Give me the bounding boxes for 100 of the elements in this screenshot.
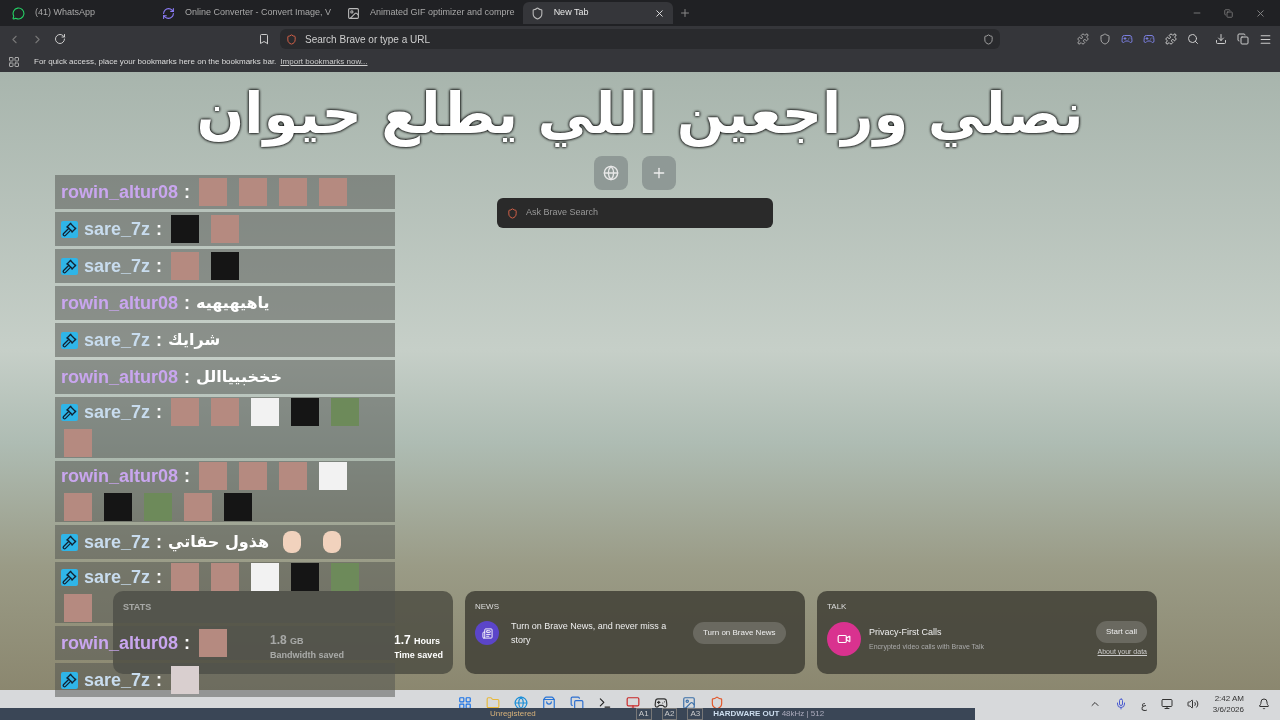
tab-title: (41) WhatsApp [35,6,97,20]
search-icon[interactable] [1187,33,1199,45]
caption-text: نصلي وراجعين اللي يطلع حيوان [195,80,1085,149]
search-box[interactable]: Ask Brave Search [497,198,773,228]
bookmark-icon[interactable] [258,33,270,45]
emote-image [199,462,228,490]
start-call-button[interactable]: Start call [1095,621,1147,643]
browser-tab[interactable]: Animated GIF optimizer and compre [339,2,523,24]
browser-tab[interactable]: Online Converter - Convert Image, V [154,2,340,24]
emote-image [64,429,92,457]
reload-icon[interactable] [54,33,66,45]
browser-tab[interactable]: New Tab [522,2,673,24]
apps-icon[interactable] [8,56,20,68]
emote-image [279,178,308,206]
emote-image [251,563,280,591]
refresh-icon [162,6,175,20]
controller-icon[interactable] [1121,33,1133,45]
emote-image [279,462,308,490]
emote-image [239,462,268,490]
menu-icon[interactable] [1259,32,1272,46]
notification-icon[interactable] [1258,698,1270,710]
volume-icon[interactable] [1186,698,1199,710]
shortcut-tile[interactable] [594,156,628,190]
chat-separator: : [184,632,191,655]
folder-icon[interactable] [486,696,500,710]
chat-username: rowin_altur08 [61,465,179,488]
news-icon [475,621,499,645]
browser-tab[interactable]: (41) WhatsApp [4,2,154,24]
extension-icon[interactable] [1077,33,1089,45]
bus-button[interactable]: A1 [635,708,652,720]
new-tab-icon[interactable] [678,7,691,19]
store-icon[interactable] [542,696,556,710]
emote-image [211,398,240,426]
controller-icon[interactable] [1143,33,1155,45]
emote-image [64,594,92,622]
stat-label: Bandwidth saved [270,648,344,662]
chat-separator: : [156,669,163,692]
chat-separator: : [156,255,163,278]
turn-on-news-button[interactable]: Turn on Brave News [693,622,786,644]
app-icon[interactable] [654,696,668,710]
chat-separator: : [184,366,191,389]
stat-value: 1.8 GB [270,631,305,649]
extensions-icon[interactable] [1165,33,1177,45]
search-placeholder: Ask Brave Search [526,206,599,220]
import-bookmarks-link[interactable]: Import bookmarks now... [280,56,368,68]
add-site-tile[interactable] [642,156,676,190]
talk-heading: Privacy-First Calls [869,625,943,639]
shield-icon [286,33,297,45]
bus-button[interactable]: A3 [687,708,704,720]
shield-icon[interactable] [1099,33,1111,45]
stat-label: Time saved [394,648,443,662]
clock-time[interactable]: 2:42 AM [1214,693,1244,704]
chat-separator: : [184,181,191,204]
address-bar[interactable]: Search Brave or type a URL [280,29,1000,49]
shield-icon [530,6,544,20]
emote-image [199,178,228,206]
address-placeholder: Search Brave or type a URL [305,32,432,47]
app-icon[interactable] [626,696,640,710]
chat-username: rowin_altur08 [61,292,179,315]
chat-username: rowin_altur08 [61,366,179,389]
download-icon[interactable] [1215,33,1227,45]
emote-image [319,462,348,490]
chat-separator: : [156,218,163,241]
chat-text: هذول حقاتي [168,531,270,554]
close-icon[interactable] [653,7,665,19]
chat-username: rowin_altur08 [61,181,179,204]
chat-text: ياهيهيهيه [196,292,270,314]
language-indicator[interactable]: ع [1140,696,1147,712]
emote-image [331,563,360,591]
app-icon[interactable] [570,696,584,710]
terminal-icon[interactable] [598,696,612,710]
emote-image [239,178,268,206]
browser-icon[interactable] [514,696,528,710]
chat-separator: : [156,566,163,589]
emote-image [251,398,280,426]
tab-title: New Tab [553,6,590,20]
tab-title: Online Converter - Convert Image, V [185,6,332,20]
chat-separator: : [156,329,163,352]
close-icon[interactable] [1255,7,1266,19]
video-call-icon [827,622,861,657]
chat-text: خخخبيياالل [196,366,282,388]
microphone-icon[interactable] [1114,698,1127,710]
emote-image [64,493,92,521]
emote-image [104,493,132,521]
clock-date[interactable]: 3/6/2026 [1212,704,1244,715]
emote-image [199,629,228,657]
tab-title: Animated GIF optimizer and compre [370,6,515,20]
bus-button[interactable]: A2 [661,708,678,720]
app-icon[interactable] [682,696,696,710]
emote-image [144,493,172,521]
chat-username: rowin_altur08 [61,632,179,655]
news-description: Turn on Brave News, and never miss a story [511,620,668,647]
chat-text: شرايك [168,329,221,351]
hardware-out-label: HARDWARE OUT 48kHz | 512 [713,709,825,719]
emote-image [319,178,348,206]
chat-separator: : [156,531,163,554]
chat-username: sare_7z [84,218,151,241]
card-title: STATS [123,601,153,614]
stat-value: 1.7 Hours [394,631,442,649]
emote-image [291,398,320,426]
